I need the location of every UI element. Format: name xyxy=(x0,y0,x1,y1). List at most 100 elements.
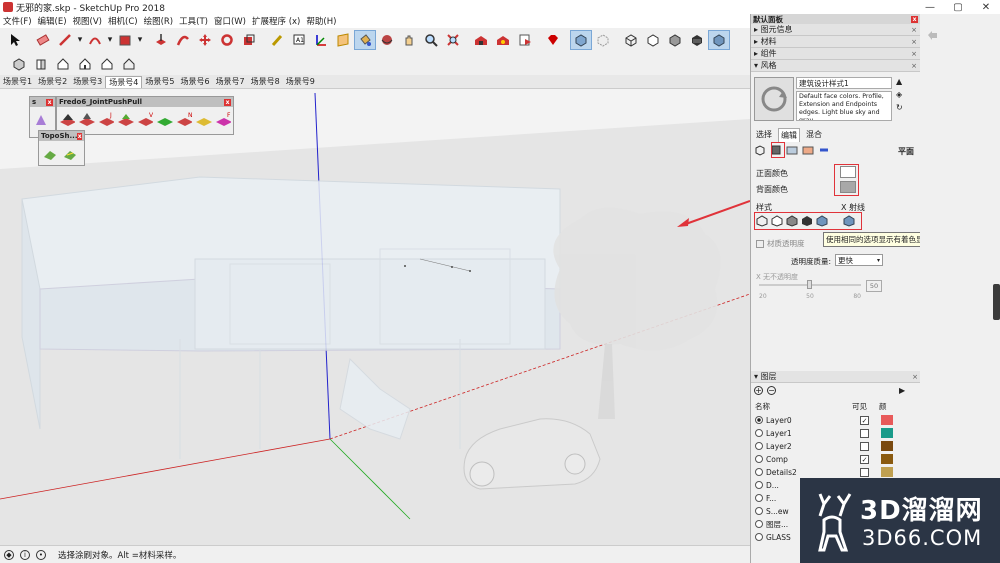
extension-warehouse-button[interactable] xyxy=(492,30,514,50)
active-layer-radio[interactable] xyxy=(755,520,763,528)
layer-visible-checkbox[interactable] xyxy=(860,428,869,438)
background-settings-icon[interactable] xyxy=(786,144,798,156)
layer-row[interactable]: Layer1 xyxy=(755,427,915,439)
back-edges-button[interactable] xyxy=(592,30,614,50)
top-view-button[interactable] xyxy=(30,54,52,74)
layer-row[interactable]: Layer0 ✓ xyxy=(755,414,915,426)
credits-icon[interactable]: i xyxy=(20,549,30,560)
menu-draw[interactable]: 绘图(R) xyxy=(141,15,177,27)
push-pull-button[interactable] xyxy=(150,30,172,50)
rectangle-tool-button[interactable] xyxy=(114,30,136,50)
update-style-icon[interactable]: ◈ xyxy=(896,90,908,99)
front-view-button[interactable] xyxy=(52,54,74,74)
layer-row[interactable]: Details2 xyxy=(755,466,915,478)
layer-row[interactable]: Layer2 xyxy=(755,440,915,452)
create-style-icon[interactable]: ▲ xyxy=(896,77,908,86)
green-push-pull-icon[interactable] xyxy=(156,111,173,129)
layer-name[interactable]: Details2 xyxy=(766,468,797,477)
style-description[interactable]: Default face colors. Profile, Extension … xyxy=(796,91,892,121)
active-layer-radio[interactable] xyxy=(755,442,763,450)
arc-tool-button[interactable] xyxy=(84,30,106,50)
vector-push-pull-icon[interactable] xyxy=(78,111,95,129)
eraser-tool-button[interactable] xyxy=(32,30,54,50)
close-icon[interactable]: x xyxy=(911,15,918,23)
geolocation-icon[interactable]: ◆ xyxy=(4,549,14,560)
close-icon[interactable]: ✕ xyxy=(972,0,1000,14)
active-layer-radio[interactable] xyxy=(755,416,763,424)
shape-dropdown[interactable]: ▾ xyxy=(136,30,144,50)
layer-name[interactable]: GLASS xyxy=(766,533,791,542)
arc-dropdown[interactable]: ▾ xyxy=(106,30,114,50)
section-plane-button[interactable] xyxy=(332,30,354,50)
back-view-button[interactable] xyxy=(96,54,118,74)
delete-layer-icon[interactable]: − xyxy=(767,386,776,395)
shaded-textures-button[interactable] xyxy=(686,30,708,50)
close-icon[interactable]: × xyxy=(911,62,917,70)
add-layer-icon[interactable]: + xyxy=(754,386,763,395)
modeling-settings-icon[interactable] xyxy=(818,144,830,156)
close-icon[interactable]: × xyxy=(911,38,917,46)
transparency-slider-thumb[interactable] xyxy=(807,280,812,289)
layers-section[interactable]: ▾ 图层 × xyxy=(751,371,920,383)
face-push-pull-icon[interactable]: F xyxy=(215,111,231,129)
scene-tab-2[interactable]: 场景号2 xyxy=(35,76,70,87)
terrain-grid-icon[interactable] xyxy=(43,147,57,161)
model-canvas[interactable] xyxy=(0,89,750,545)
joint-push-pull-icon[interactable] xyxy=(59,111,76,129)
scene-tab-3[interactable]: 场景号3 xyxy=(70,76,105,87)
drawing-viewport[interactable] xyxy=(0,89,750,545)
select-tool-button[interactable] xyxy=(4,30,26,50)
scene-tab-5[interactable]: 场景号5 xyxy=(142,76,177,87)
minimize-icon[interactable]: — xyxy=(916,0,944,14)
menu-extensions[interactable]: 扩展程序 (x) xyxy=(249,15,303,27)
iso-view-button[interactable] xyxy=(8,54,30,74)
close-icon[interactable]: × xyxy=(911,50,917,58)
layer-visible-checkbox[interactable]: ✓ xyxy=(860,454,869,464)
shaded-button[interactable] xyxy=(664,30,686,50)
menu-file[interactable]: 文件(F) xyxy=(0,15,35,27)
active-layer-radio[interactable] xyxy=(755,429,763,437)
ruby-console-button[interactable] xyxy=(542,30,564,50)
terrain-contour-icon[interactable] xyxy=(63,147,77,161)
maximize-icon[interactable]: ▢ xyxy=(944,0,972,14)
layer-visible-checkbox[interactable] xyxy=(860,467,869,477)
orbit-tool-button[interactable] xyxy=(376,30,398,50)
tab-mix[interactable]: 混合 xyxy=(804,128,824,142)
layer-color-swatch[interactable] xyxy=(881,441,893,451)
layer-name[interactable]: D... xyxy=(766,481,779,490)
active-layer-radio[interactable] xyxy=(755,468,763,476)
menu-camera[interactable]: 相机(C) xyxy=(105,15,141,27)
styles-section[interactable]: ▾ 风格 × xyxy=(751,60,920,72)
tape-measure-button[interactable] xyxy=(266,30,288,50)
monochrome-button[interactable] xyxy=(708,30,730,50)
extrude-push-pull-icon[interactable]: N xyxy=(176,111,193,129)
pan-tool-button[interactable] xyxy=(398,30,420,50)
side-tab[interactable] xyxy=(993,284,1000,320)
scene-tab-9[interactable]: 场景号9 xyxy=(283,76,318,87)
scene-tab-1[interactable]: 场景号1 xyxy=(0,76,35,87)
menu-edit[interactable]: 编辑(E) xyxy=(35,15,70,27)
layer-color-swatch[interactable] xyxy=(881,415,893,425)
scene-tab-4[interactable]: 场景号4 xyxy=(105,75,143,88)
right-view-button[interactable] xyxy=(74,54,96,74)
active-layer-radio[interactable] xyxy=(755,455,763,463)
hidden-line-button[interactable] xyxy=(642,30,664,50)
text-tool-button[interactable]: A1 xyxy=(288,30,310,50)
close-icon[interactable]: × xyxy=(911,26,917,34)
layer-visible-checkbox[interactable]: ✓ xyxy=(860,415,869,425)
layer-visible-checkbox[interactable] xyxy=(860,441,869,451)
undo-push-pull-icon[interactable] xyxy=(117,111,134,129)
scene-tab-8[interactable]: 场景号8 xyxy=(248,76,283,87)
paint-bucket-button[interactable] xyxy=(354,30,376,50)
menu-help[interactable]: 帮助(H) xyxy=(303,15,339,27)
user-icon[interactable]: • xyxy=(36,549,46,560)
components-section[interactable]: ▸ 组件 × xyxy=(751,48,920,60)
close-icon[interactable]: x xyxy=(77,132,82,140)
scene-tab-7[interactable]: 场景号7 xyxy=(213,76,248,87)
style-name-field[interactable]: 建筑设计样式1 xyxy=(796,77,892,89)
active-layer-radio[interactable] xyxy=(755,481,763,489)
undo-icon[interactable] xyxy=(925,28,939,42)
shape-tool-icon[interactable] xyxy=(34,113,48,127)
transparency-value-field[interactable]: 50 xyxy=(866,280,882,292)
style-thumbnail[interactable] xyxy=(754,77,794,121)
